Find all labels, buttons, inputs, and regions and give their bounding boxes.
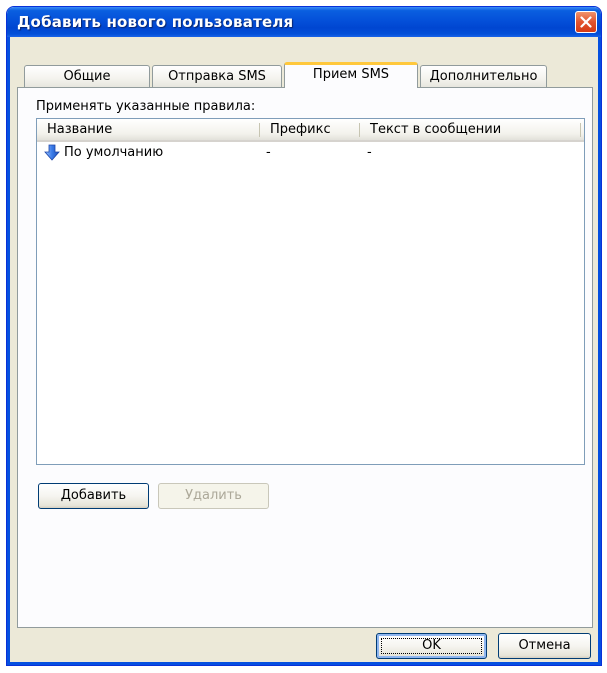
close-button[interactable] xyxy=(575,11,597,33)
rule-text-cell: - xyxy=(367,145,372,160)
close-icon xyxy=(580,16,592,28)
window-frame-bottom xyxy=(7,662,601,665)
tab-panel-receive-sms: Применять указанные правила: Название Пр… xyxy=(17,87,593,628)
window-title: Добавить нового пользователя xyxy=(17,13,294,31)
column-header-prefix[interactable]: Префикс xyxy=(260,119,359,140)
title-bar[interactable]: Добавить нового пользователя xyxy=(7,7,601,37)
dialog-window: Добавить нового пользователя Общие Отпра… xyxy=(6,6,602,666)
column-header-text[interactable]: Текст в сообщении xyxy=(360,119,580,140)
tab-send-sms[interactable]: Отправка SMS xyxy=(152,65,282,87)
tab-general[interactable]: Общие xyxy=(24,65,150,87)
column-divider[interactable] xyxy=(580,123,581,137)
add-rule-button[interactable]: Добавить xyxy=(38,483,149,509)
ok-button[interactable]: OK xyxy=(376,633,487,659)
tab-advanced[interactable]: Дополнительно xyxy=(420,65,547,87)
delete-rule-button[interactable]: Удалить xyxy=(158,483,269,509)
window-frame-left xyxy=(7,37,10,665)
list-item[interactable]: По умолчанию - - xyxy=(37,143,584,163)
rule-prefix-cell: - xyxy=(266,145,271,160)
focus-rectangle xyxy=(381,638,482,654)
list-header: Название Префикс Текст в сообщении xyxy=(37,119,584,142)
window-frame-right xyxy=(598,37,601,665)
rules-label: Применять указанные правила: xyxy=(36,99,256,114)
cancel-button[interactable]: Отмена xyxy=(498,633,591,659)
blue-down-arrow-icon xyxy=(44,144,60,161)
rules-list[interactable]: Название Префикс Текст в сообщении По ум… xyxy=(36,118,585,465)
column-header-name[interactable]: Название xyxy=(37,119,259,140)
rule-name-cell: По умолчанию xyxy=(64,145,164,160)
tab-receive-sms[interactable]: Прием SMS xyxy=(284,62,418,88)
